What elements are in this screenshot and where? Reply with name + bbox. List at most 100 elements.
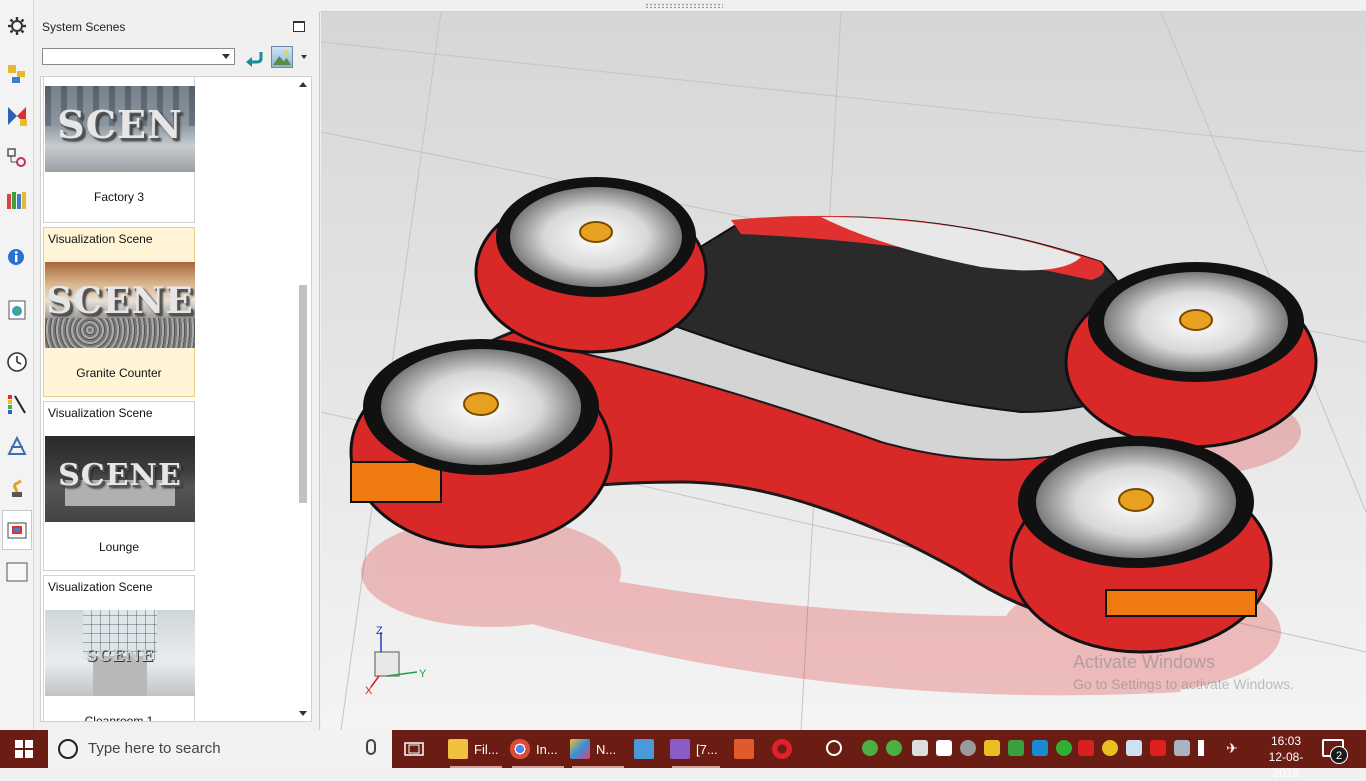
system-scenes-panel: System Scenes SCEN Factory 3 Visualizati… [34, 12, 320, 730]
chrome-icon [510, 739, 530, 759]
chevron-down-icon [222, 54, 230, 59]
scroll-up-arrow-icon[interactable] [299, 82, 307, 87]
drone-model-render[interactable]: Z Y X [321, 12, 1366, 730]
google-drive-icon[interactable] [984, 740, 1000, 756]
scene-name: Factory 3 [93, 190, 144, 204]
thumb-scene-text: SCENE [46, 280, 194, 322]
scene-name: Lounge [98, 540, 140, 554]
quick-heal-icon[interactable] [1078, 740, 1094, 756]
clock-time: 16:03 [1270, 734, 1302, 748]
panel-title: System Scenes [42, 20, 126, 34]
taskbar-app-label: [7... [696, 741, 718, 757]
activation-watermark-subtitle: Go to Settings to activate Windows. [1073, 676, 1294, 692]
scene-name: Cleanroom 1 [84, 714, 154, 722]
reuse-library-icon[interactable] [5, 188, 29, 212]
device-icon[interactable] [912, 740, 928, 756]
taskbar-app-nx[interactable]: N... [570, 730, 626, 768]
thumb-scene-text: SCENE [58, 458, 182, 493]
taskbar-app-label: In... [536, 741, 558, 757]
blank-icon[interactable] [5, 560, 29, 584]
battery-icon[interactable] [1126, 740, 1142, 756]
power-icon[interactable] [1056, 740, 1072, 756]
microphone-icon[interactable] [366, 739, 376, 755]
monitor-icon[interactable] [1174, 740, 1190, 756]
utorrent-icon[interactable] [862, 740, 878, 756]
scene-list[interactable]: SCEN Factory 3 Visualization Scene SCENE… [40, 76, 312, 722]
windows-taskbar: Type here to search Fil... In... N... [7… [0, 730, 1366, 780]
shield-icon[interactable] [1150, 740, 1166, 756]
axis-x-label: X [365, 685, 373, 697]
scene-card-factory-3[interactable]: SCEN Factory 3 [43, 77, 195, 223]
part-navigator-icon[interactable] [5, 146, 29, 170]
gear-icon[interactable] [5, 14, 29, 38]
airplane-mode-icon[interactable]: ✈ [1224, 740, 1240, 756]
toolbox-icon[interactable] [1032, 740, 1048, 756]
taskbar-app-opera[interactable] [772, 730, 798, 768]
visual-studio-icon [670, 739, 690, 759]
scroll-thumb[interactable] [299, 285, 307, 503]
information-icon[interactable] [5, 244, 29, 268]
axis-y-label: Y [419, 668, 427, 680]
taskbar-app-presentation[interactable] [734, 730, 760, 768]
system-scenes-icon[interactable] [2, 510, 32, 550]
presentation-icon [734, 739, 754, 759]
scene-thumbnail: SCEN [45, 86, 195, 172]
scene-list-scrollbar[interactable] [295, 77, 311, 721]
task-view-icon [404, 742, 424, 756]
maximize-icon[interactable] [293, 21, 305, 32]
thumb-scene-text: SCEN [57, 102, 183, 147]
return-arrow-icon [246, 52, 263, 67]
people-icon[interactable] [826, 740, 842, 756]
speaker-icon[interactable] [1198, 740, 1214, 756]
chevron-down-icon[interactable] [301, 55, 307, 59]
notification-count-badge: 2 [1330, 746, 1348, 764]
background-image-button[interactable] [271, 46, 293, 68]
file-explorer-icon [448, 739, 468, 759]
landscape-icon [272, 50, 292, 66]
scene-thumbnail: SCENE [45, 262, 195, 348]
clock-date: 12-08-2018 [1268, 750, 1304, 780]
activation-watermark-title: Activate Windows [1073, 652, 1216, 672]
cloud-icon[interactable] [960, 740, 976, 756]
taskbar-app-visual-studio[interactable]: [7... [670, 730, 722, 768]
graphics-viewport[interactable]: Z Y X Activate Windows Go to Settings to… [321, 12, 1366, 730]
visualization-icon[interactable] [5, 392, 29, 416]
viewport-resize-grip[interactable] [320, 0, 1366, 12]
taskbar-app-file-explorer[interactable]: Fil... [448, 730, 504, 768]
taskbar-app-label: Fil... [474, 741, 499, 757]
history-icon[interactable] [5, 350, 29, 374]
scene-name: Granite Counter [76, 366, 162, 380]
nx-icon [570, 739, 590, 759]
taskbar-clock[interactable]: 16:03 12-08-2018 [1256, 733, 1316, 781]
scene-category-dropdown[interactable] [42, 48, 235, 65]
robot-icon[interactable] [5, 476, 29, 500]
taskbar-app-remote-desktop[interactable] [634, 730, 660, 768]
axis-z-label: Z [376, 625, 383, 637]
document-icon[interactable] [936, 740, 952, 756]
scene-category: Visualization Scene [48, 232, 153, 246]
rotor-bottom-right [1009, 436, 1273, 654]
web-browser-icon[interactable] [5, 298, 29, 322]
network-card-icon[interactable] [1008, 740, 1024, 756]
nx-application-window: System Scenes SCEN Factory 3 Visualizati… [0, 0, 1366, 730]
assembly-navigator-icon[interactable] [5, 62, 29, 86]
scroll-down-arrow-icon[interactable] [299, 711, 307, 716]
taskbar-search-box[interactable]: Type here to search [48, 730, 392, 768]
disc-icon[interactable] [1102, 740, 1118, 756]
scene-card-cleanroom-1[interactable]: Visualization Scene SCENE Cleanroom 1 [43, 575, 195, 722]
taskbar-app-chrome[interactable]: In... [510, 730, 566, 768]
task-view-button[interactable] [404, 730, 428, 768]
scene-card-granite-counter[interactable]: Visualization Scene SCENE Granite Counte… [43, 227, 195, 397]
thumb-scene-text: SCENE [85, 646, 155, 665]
utorrent-icon[interactable] [886, 740, 902, 756]
windows-logo-icon [15, 740, 33, 758]
scene-card-lounge[interactable]: Visualization Scene SCENE Lounge [43, 401, 195, 571]
constraint-navigator-icon[interactable] [5, 104, 29, 128]
opera-icon [772, 739, 792, 759]
scene-thumbnail: SCENE [45, 436, 195, 522]
apply-scene-button[interactable] [244, 48, 264, 68]
process-studio-icon[interactable] [5, 434, 29, 458]
rotor-left [349, 339, 613, 549]
start-button[interactable] [0, 730, 48, 768]
scene-category: Visualization Scene [48, 580, 153, 594]
